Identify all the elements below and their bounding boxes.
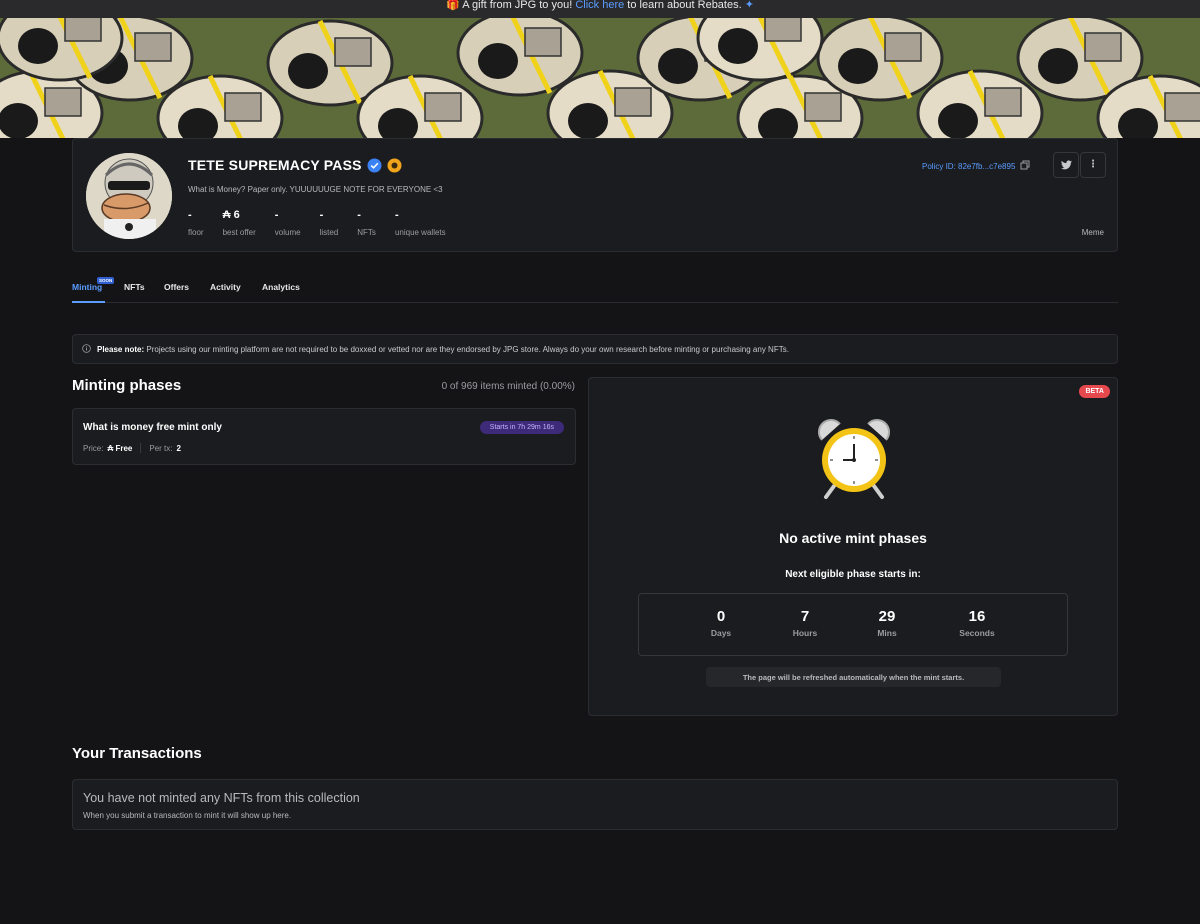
collection-category: Meme [1081, 228, 1104, 237]
gold-badge-icon [387, 158, 402, 173]
empty-state-title: You have not minted any NFTs from this c… [83, 791, 360, 805]
countdown-days: 0 Days [681, 608, 761, 638]
stat-value: - [188, 209, 192, 221]
stat-floor: - floor [188, 209, 204, 237]
stat-label: unique wallets [394, 228, 446, 237]
countdown-hours: 7 Hours [765, 608, 845, 638]
note-body: Projects using our minting platform are … [146, 344, 789, 354]
tab-activity[interactable]: Activity [210, 282, 241, 292]
twitter-icon [1060, 160, 1072, 170]
countdown-label: Seconds [959, 628, 995, 638]
active-tab-indicator [72, 301, 105, 303]
phase-name: What is money free mint only [83, 422, 222, 433]
stat-label: NFTs [357, 228, 376, 237]
collection-tabs: Minting SOON NFTs Offers Activity Analyt… [72, 270, 1118, 303]
countdown-timer: 0 Days 7 Hours 29 Mins 16 Seconds [638, 593, 1068, 656]
countdown-mins: 29 Mins [847, 608, 927, 638]
note-text: Please note: Projects using our minting … [97, 345, 789, 354]
auto-refresh-note: The page will be refreshed automatically… [706, 667, 1001, 687]
next-phase-label: Next eligible phase starts in: [785, 569, 921, 580]
mint-status-card: BETA No active mint phases Next eligible… [588, 377, 1118, 716]
stat-value: - [319, 209, 324, 221]
announcement-text: A gift from JPG to you! [462, 0, 573, 11]
tab-label: Analytics [262, 282, 300, 292]
stat-label: floor [188, 228, 204, 237]
stat-volume: - volume [275, 209, 301, 237]
more-options-button[interactable]: ⋮ [1080, 152, 1106, 178]
tab-label: Activity [210, 282, 241, 292]
collection-header: TETE SUPREMACY PASS What is Money? Paper… [72, 138, 1118, 252]
stat-value: ₳ 6 [222, 209, 240, 221]
countdown-label: Mins [877, 628, 897, 638]
mint-phase-card[interactable]: What is money free mint only Starts in 7… [72, 408, 576, 465]
gift-icon: 🎁 [446, 0, 460, 11]
info-icon [82, 343, 91, 355]
stat-value: - [394, 209, 399, 221]
transactions-title: Your Transactions [72, 745, 202, 762]
stat-value: - [357, 209, 361, 221]
per-tx-value: 2 [176, 443, 181, 453]
countdown-seconds: 16 Seconds [937, 608, 1017, 638]
stat-best-offer: ₳ 6 best offer [223, 209, 256, 237]
disclaimer-note: Please note: Projects using our minting … [72, 334, 1118, 364]
more-vertical-icon: ⋮ [1088, 159, 1098, 170]
beta-badge: BETA [1079, 385, 1110, 398]
price-value: ₳ Free [107, 443, 133, 453]
announcement-suffix: to learn about Rebates. [627, 0, 742, 11]
countdown-label: Days [710, 628, 732, 638]
note-bold: Please note: [97, 344, 145, 354]
per-tx-label: Per tx: [149, 443, 173, 453]
tab-nfts[interactable]: NFTs [124, 282, 145, 292]
policy-id-text: Policy ID: 82e7fb...c7e895 [922, 161, 1016, 171]
countdown-label: Hours [792, 628, 818, 638]
sparkle-icon: ✦ [744, 0, 754, 11]
tab-label: Offers [164, 282, 190, 292]
policy-id[interactable]: Policy ID: 82e7fb...c7e895 [922, 160, 1030, 172]
announcement-link[interactable]: Click here [575, 0, 624, 11]
paper-roll-decoration [816, 18, 944, 102]
no-active-phases-title: No active mint phases [779, 530, 927, 546]
collection-stats: - floor ₳ 6 best offer - volume - listed… [188, 209, 465, 237]
tab-label: NFTs [124, 282, 145, 292]
minted-count: 0 of 969 items minted (0.00%) [441, 381, 575, 392]
collection-avatar [86, 153, 172, 239]
stat-listed: - listed [320, 209, 339, 237]
soon-badge: SOON [97, 277, 115, 284]
announcement-bar: 🎁 A gift from JPG to you! Click here to … [0, 0, 1200, 18]
stat-label: best offer [222, 228, 256, 237]
countdown-value: 7 [800, 608, 810, 625]
stat-unique-wallets: - unique wallets [395, 209, 446, 237]
copy-icon[interactable] [1020, 160, 1030, 172]
tab-offers[interactable]: Offers [164, 282, 189, 292]
empty-state-subtitle: When you submit a transaction to mint it… [83, 811, 292, 820]
phase-starts-badge: Starts in 7h 29m 16s [479, 421, 564, 434]
collection-banner [0, 18, 1200, 138]
stat-label: listed [319, 228, 339, 237]
price-label: Price: [83, 443, 104, 453]
countdown-value: 16 [968, 608, 986, 625]
twitter-button[interactable] [1053, 152, 1079, 178]
collection-title: TETE SUPREMACY PASS [188, 157, 362, 173]
stat-nfts: - NFTs [357, 209, 376, 237]
countdown-value: 29 [878, 608, 896, 625]
meta-divider [140, 443, 142, 453]
alarm-clock-icon [816, 418, 892, 505]
minting-phases-title: Minting phases [72, 377, 182, 394]
stat-label: volume [274, 228, 301, 237]
stat-value: - [274, 209, 279, 221]
countdown-value: 0 [716, 608, 726, 625]
transactions-empty-state: You have not minted any NFTs from this c… [72, 779, 1118, 830]
tab-analytics[interactable]: Analytics [262, 282, 300, 292]
phase-meta: Price: ₳ Free Per tx: 2 [83, 443, 181, 453]
collection-description: What is Money? Paper only. YUUUUUUGE NOT… [188, 185, 443, 194]
verified-icon [367, 158, 382, 173]
